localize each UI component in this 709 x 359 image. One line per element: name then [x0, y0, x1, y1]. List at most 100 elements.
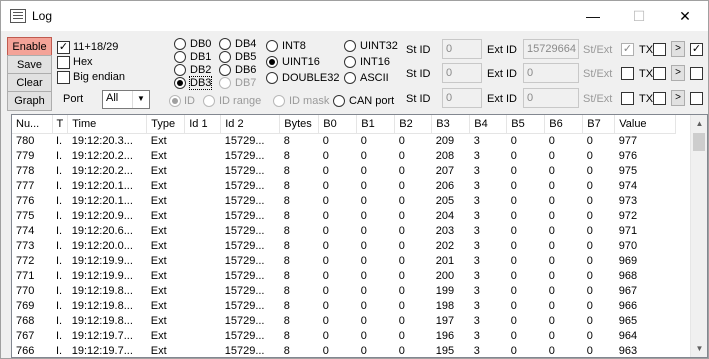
minimize-icon[interactable]: — — [570, 1, 616, 31]
bits-label: 11+18/29 — [73, 41, 119, 53]
tx-checkbox[interactable] — [653, 43, 666, 56]
table-row[interactable]: 767 I. 19:12:19.7... Ext 15729... 8 0 0 0 196 3 0 0 0… — [12, 329, 676, 344]
port-select[interactable]: All ▼ — [102, 90, 150, 109]
table-row[interactable]: 775 I. 19:12:20.9... Ext 15729... 8 0 0 0 204 3 0 0 0… — [12, 209, 676, 224]
table-row[interactable]: 779 I. 19:12:20.2... Ext 15729... 8 0 0 0 208 3 0 0 0… — [12, 149, 676, 164]
filter-id-range-label: ID range — [219, 95, 262, 107]
graph-button[interactable]: Graph — [7, 91, 52, 111]
column-header[interactable]: Value — [614, 115, 677, 134]
table-row[interactable]: 771 I. 19:12:19.9... Ext 15729... 8 0 0 0 200 3 0 0 0… — [12, 269, 676, 284]
db3-label: DB3 — [188, 76, 213, 90]
column-header[interactable]: B1 — [356, 115, 396, 134]
table-cell: 773 — [16, 239, 35, 252]
db0-radio[interactable] — [174, 38, 186, 50]
table-cell: 3 — [473, 134, 480, 147]
send-button[interactable]: > — [671, 41, 685, 57]
close-icon[interactable]: ✕ — [662, 1, 708, 31]
tx-checkbox[interactable] — [653, 92, 666, 105]
column-header[interactable]: B0 — [318, 115, 358, 134]
ext-id-input[interactable]: 15729664 — [523, 39, 579, 59]
table-row[interactable]: 772 I. 19:12:19.9... Ext 15729... 8 0 0 0 201 3 0 0 0… — [12, 254, 676, 269]
ext-id-input[interactable]: 0 — [523, 63, 579, 83]
st-ext-checkbox[interactable]: ✓ — [621, 43, 634, 56]
double32-radio[interactable] — [266, 72, 278, 84]
log-table[interactable]: Nu... T Time Type Id 1 Id 2 Bytes B0 B1 B2 B3 B4 B5 B… — [11, 114, 708, 358]
db3-radio[interactable] — [174, 77, 186, 89]
table-cell: 777 — [16, 179, 35, 192]
table-cell: 0 — [322, 179, 329, 192]
table-cell: 0 — [398, 209, 405, 222]
column-header[interactable]: Id 2 — [220, 115, 281, 134]
table-cell: 8 — [283, 299, 290, 312]
column-header[interactable]: Time — [67, 115, 148, 134]
column-header[interactable]: Nu... — [12, 115, 53, 134]
bits-checkbox[interactable]: ✓ — [57, 41, 70, 54]
tx-checkbox[interactable] — [653, 67, 666, 80]
column-header[interactable]: Type — [146, 115, 186, 134]
table-row[interactable]: 777 I. 19:12:20.1... Ext 15729... 8 0 0 0 206 3 0 0 0… — [12, 179, 676, 194]
table-row[interactable]: 766 I. 19:12:19.7... Ext 15729... 8 0 0 0 195 3 0 0 0… — [12, 344, 676, 358]
st-id-input[interactable]: 0 — [442, 63, 482, 83]
save-button[interactable]: Save — [7, 55, 52, 75]
uint32-radio[interactable] — [344, 40, 356, 52]
column-header[interactable]: Id 1 — [184, 115, 222, 134]
column-header[interactable]: T — [52, 115, 69, 134]
st-id-input[interactable]: 0 — [442, 88, 482, 108]
db2-radio[interactable] — [174, 64, 186, 76]
scroll-down-icon[interactable]: ▼ — [691, 340, 707, 357]
filter-id-range-radio — [203, 95, 215, 107]
scroll-up-icon[interactable]: ▲ — [691, 115, 707, 132]
table-row[interactable]: 768 I. 19:12:19.8... Ext 15729... 8 0 0 0 197 3 0 0 0… — [12, 314, 676, 329]
table-cell: 19:12:20.9... — [71, 209, 133, 222]
table-cell: 19:12:19.9... — [71, 269, 133, 282]
int8-radio[interactable] — [266, 40, 278, 52]
hex-checkbox[interactable] — [57, 56, 70, 69]
table-row[interactable]: 776 I. 19:12:20.1... Ext 15729... 8 0 0 0 205 3 0 0 0… — [12, 194, 676, 209]
table-cell: 15729... — [224, 239, 265, 252]
table-cell: 0 — [322, 194, 329, 207]
clear-button[interactable]: Clear — [7, 73, 52, 93]
table-row[interactable]: 780 I. 19:12:20.3... Ext 15729... 8 0 0 0 209 3 0 0 0… — [12, 133, 676, 149]
db6-radio[interactable] — [219, 64, 231, 76]
ext-id-input[interactable]: 0 — [523, 88, 579, 108]
table-cell: 3 — [473, 179, 480, 192]
uint16-radio[interactable] — [266, 56, 278, 68]
column-header[interactable]: B3 — [431, 115, 471, 134]
table-cell: 0 — [322, 269, 329, 282]
column-header[interactable]: Bytes — [279, 115, 320, 134]
column-header[interactable]: B5 — [506, 115, 546, 134]
enable-button[interactable]: Enable — [7, 37, 52, 57]
ascii-radio[interactable] — [344, 72, 356, 84]
st-ext-checkbox[interactable] — [621, 92, 634, 105]
column-header[interactable]: B2 — [394, 115, 433, 134]
table-row[interactable]: 770 I. 19:12:19.8... Ext 15729... 8 0 0 0 199 3 0 0 0… — [12, 284, 676, 299]
column-header[interactable]: B6 — [544, 115, 584, 134]
table-row[interactable]: 778 I. 19:12:20.2... Ext 15729... 8 0 0 0 207 3 0 0 0… — [12, 164, 676, 179]
vertical-scrollbar[interactable]: ▲ ▼ — [690, 115, 707, 357]
column-header[interactable]: B7 — [582, 115, 616, 134]
filter-enable-checkbox[interactable] — [690, 92, 703, 105]
db5-radio[interactable] — [219, 51, 231, 63]
st-id-input[interactable]: 0 — [442, 39, 482, 59]
scroll-thumb[interactable] — [693, 133, 705, 151]
column-header[interactable]: B4 — [469, 115, 508, 134]
st-ext-checkbox[interactable] — [621, 67, 634, 80]
table-cell: 3 — [473, 254, 480, 267]
table-cell: 15729... — [224, 224, 265, 237]
db1-radio[interactable] — [174, 51, 186, 63]
db4-radio[interactable] — [219, 38, 231, 50]
filter-enable-checkbox[interactable] — [690, 67, 703, 80]
filter-can-port-radio[interactable] — [333, 95, 345, 107]
int16-radio[interactable] — [344, 56, 356, 68]
big-endian-checkbox[interactable] — [57, 71, 70, 84]
title-bar[interactable]: Log — ☐ ✕ — [1, 1, 708, 31]
send-button[interactable]: > — [671, 65, 685, 81]
filter-enable-checkbox[interactable]: ✓ — [690, 43, 703, 56]
table-row[interactable]: 774 I. 19:12:20.6... Ext 15729... 8 0 0 0 203 3 0 0 0… — [12, 224, 676, 239]
send-button[interactable]: > — [671, 90, 685, 106]
table-row[interactable]: 773 I. 19:12:20.0... Ext 15729... 8 0 0 0 202 3 0 0 0… — [12, 239, 676, 254]
table-cell: 19:12:19.8... — [71, 284, 133, 297]
table-cell: 15729... — [224, 314, 265, 327]
table-cell: 8 — [283, 179, 290, 192]
table-row[interactable]: 769 I. 19:12:19.8... Ext 15729... 8 0 0 0 198 3 0 0 0… — [12, 299, 676, 314]
